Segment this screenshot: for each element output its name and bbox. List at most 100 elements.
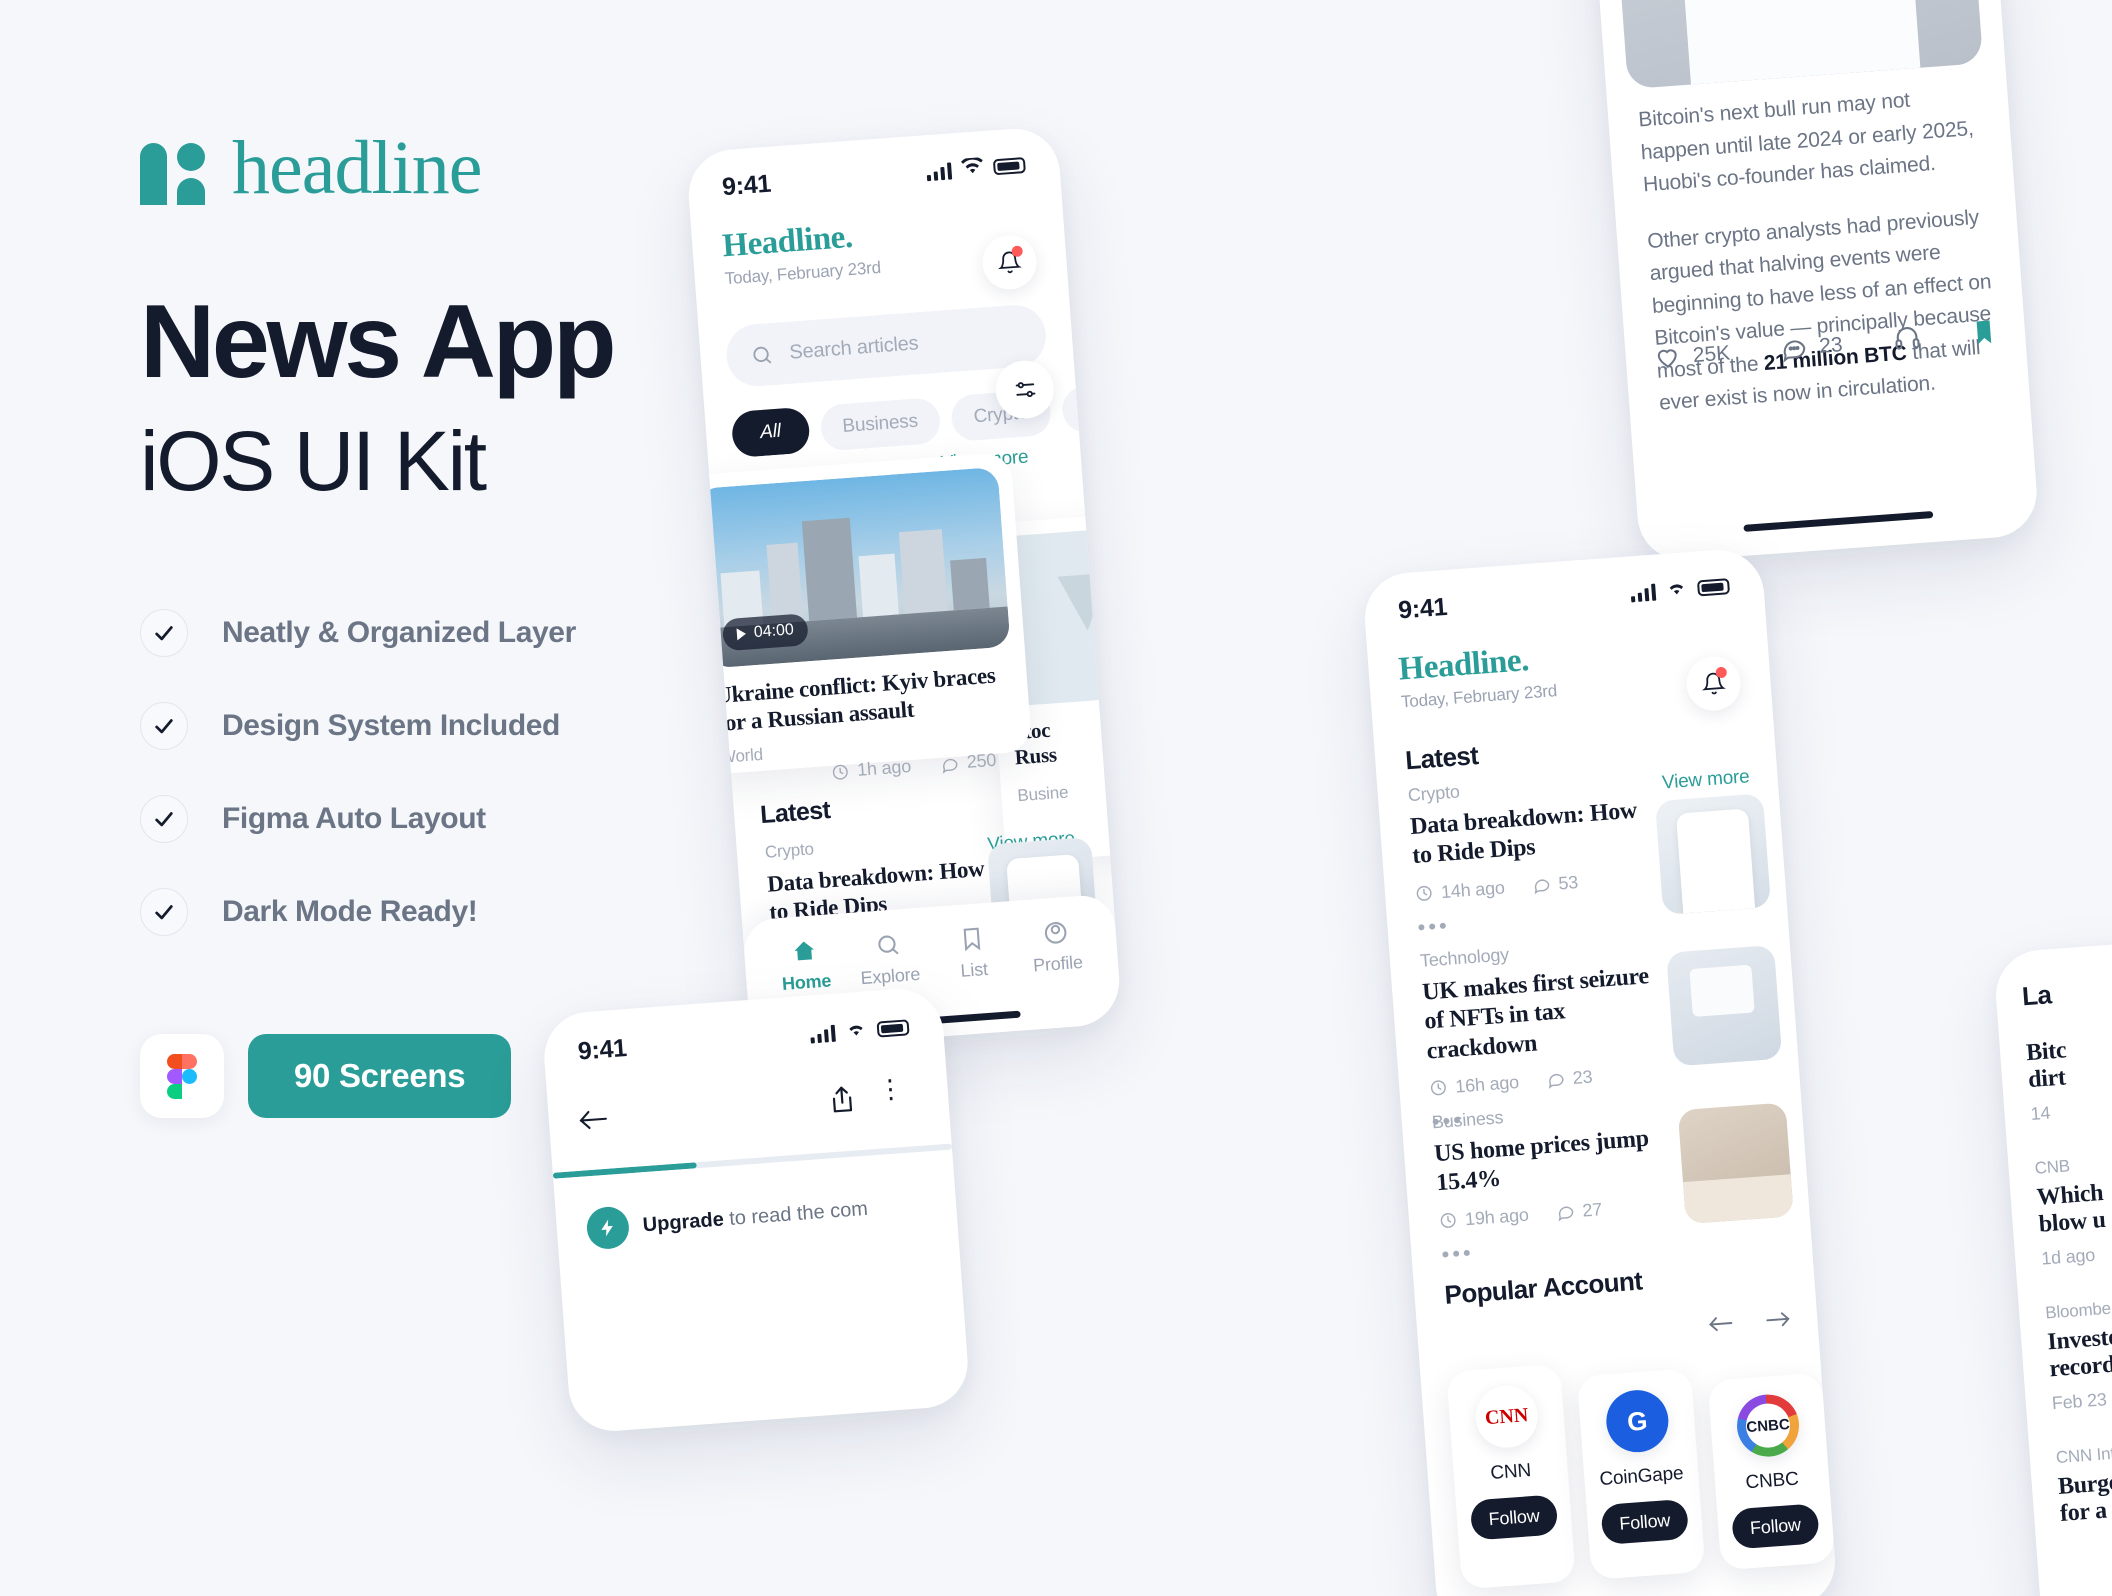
article-time: 16h ago <box>1454 1071 1520 1097</box>
account-name: CNN <box>1489 1460 1532 1485</box>
signal-icon <box>810 1024 836 1044</box>
article-comments: 23 <box>1571 1066 1594 1088</box>
battery-icon <box>876 1019 910 1038</box>
section-title-latest: La <box>2020 979 2053 1012</box>
more-button[interactable]: ⋮ <box>876 1073 904 1105</box>
share-icon <box>832 1086 853 1113</box>
heart-icon <box>1657 349 1677 368</box>
status-bar: 9:41 <box>542 998 945 1081</box>
chip-gaming[interactable]: Gaming <box>1060 379 1080 434</box>
article-hero-image <box>1603 0 1984 90</box>
more-icon[interactable]: ••• <box>1441 1223 1692 1267</box>
comment-button[interactable]: 23 <box>1779 331 1843 363</box>
trending-card-primary[interactable]: 04:00 Ukraine conflict: Kyiv braces for … <box>685 451 1033 776</box>
tab-profile[interactable]: Profile <box>1013 917 1105 1031</box>
carousel-prev-button[interactable] <box>1707 1313 1734 1335</box>
check-icon <box>140 888 188 937</box>
more-vertical-icon: ⋮ <box>876 1072 905 1105</box>
article-paragraph-2: Other crypto analysts had previously arg… <box>1646 205 1992 416</box>
check-icon <box>140 609 188 658</box>
upgrade-banner[interactable]: Upgrade to read the com <box>585 1188 869 1251</box>
search-icon <box>878 935 899 955</box>
signal-icon <box>926 161 953 181</box>
list-item[interactable]: Crypto Data breakdown: How to Ride Dips … <box>1407 767 1668 940</box>
home-indicator <box>1743 511 1934 532</box>
article-title: Data breakdown: How to Ride Dips <box>1409 797 1638 870</box>
video-duration-badge: 04:00 <box>721 613 809 652</box>
article-title: Ukraine conflict: Kyiv braces for a Russ… <box>714 662 997 737</box>
comment-icon <box>1783 340 1805 363</box>
latest-view-more[interactable]: View more <box>1661 766 1750 794</box>
notification-badge-dot <box>1011 245 1024 258</box>
brand-wordmark: headline <box>232 126 482 210</box>
follow-button[interactable]: Follow <box>1731 1503 1820 1550</box>
chip-business[interactable]: Business <box>818 396 942 452</box>
back-button[interactable] <box>576 1107 610 1138</box>
headphones-icon <box>1895 327 1920 350</box>
section-title-latest: Latest <box>1404 740 1480 776</box>
article-time: 1h ago <box>856 755 912 780</box>
listen-button[interactable] <box>1892 322 1922 357</box>
clock-icon <box>1439 1211 1458 1230</box>
article-thumbnail: 04:00 <box>696 466 1011 669</box>
cnn-logo: CNN <box>1473 1383 1540 1450</box>
article-title: US home prices jump 15.4% <box>1433 1125 1650 1197</box>
headline-mark-icon <box>140 131 206 205</box>
play-icon <box>736 627 747 641</box>
phone-article-screen: Bitcoin's next bull run may not happen u… <box>1580 0 2040 564</box>
section-title-latest: Latest <box>759 796 832 830</box>
follow-button[interactable]: Follow <box>1469 1494 1559 1541</box>
figma-logo-icon <box>140 1034 224 1119</box>
follow-button[interactable]: Follow <box>1600 1498 1690 1545</box>
feature-label: Dark Mode Ready! <box>222 895 478 929</box>
wifi-icon <box>844 1019 868 1043</box>
screens-count-badge: 90 Screens <box>248 1034 512 1119</box>
check-icon <box>140 702 188 751</box>
tab-label: Profile <box>1032 951 1084 976</box>
feature-label: Design System Included <box>222 709 560 743</box>
bolt-icon <box>585 1205 631 1251</box>
article-thumbnail <box>1677 1102 1794 1225</box>
status-time: 9:41 <box>576 1033 628 1066</box>
article-comments: 27 <box>1581 1198 1603 1221</box>
chip-all[interactable]: All <box>730 406 811 459</box>
bookmark-button[interactable] <box>1970 317 1998 352</box>
notifications-button[interactable] <box>1684 654 1743 713</box>
bookmark-icon <box>963 927 981 952</box>
article-paragraph-1: Bitcoin's next bull run may not happen u… <box>1637 88 1975 197</box>
list-item[interactable]: Business US home prices jump 15.4% 19h a… <box>1431 1094 1692 1267</box>
article-thumbnail <box>1654 793 1772 915</box>
article-source: CNN Interna <box>2055 1441 2112 1468</box>
filter-icon <box>1015 381 1035 397</box>
article-comments: 53 <box>1557 871 1579 893</box>
article-comments: 250 <box>966 749 997 772</box>
account-card[interactable]: G CoinGape Follow <box>1576 1368 1706 1580</box>
article-source: CNB <box>2033 1156 2071 1178</box>
phone-reader-screen: 9:41 ⋮ Upgrade to read the com <box>541 985 971 1435</box>
account-card[interactable]: CNN CNN Follow <box>1446 1363 1576 1590</box>
article-source: Bloombe <box>2044 1298 2112 1323</box>
phone-latest-screen: 9:41 Headline. Today, February 23rd Late… <box>1361 546 1839 1596</box>
signal-icon <box>1630 583 1657 602</box>
account-card[interactable]: CNBC CNBC Follow <box>1707 1372 1836 1571</box>
phone-home-screen: 9:41 Headline. Today, February 23rd Sear… <box>685 125 1123 1051</box>
article-thumbnail <box>1666 944 1783 1067</box>
notifications-button[interactable] <box>980 233 1039 292</box>
wifi-icon <box>1665 578 1689 602</box>
upgrade-link[interactable]: Upgrade <box>642 1208 725 1236</box>
like-button[interactable]: 25K <box>1653 339 1731 372</box>
tab-label: Home <box>781 970 832 994</box>
battery-icon <box>992 156 1026 176</box>
app-title: Headline. <box>1397 642 1530 688</box>
clock-icon <box>831 762 850 781</box>
cnbc-logo: CNBC <box>1734 1392 1802 1459</box>
comment-icon <box>1546 1070 1565 1090</box>
check-icon <box>140 795 188 844</box>
account-name: CoinGape <box>1598 1462 1685 1491</box>
comment-icon <box>1532 875 1551 895</box>
share-button[interactable] <box>827 1084 857 1121</box>
carousel-next-button[interactable] <box>1765 1309 1792 1331</box>
video-duration: 04:00 <box>753 621 795 642</box>
more-icon[interactable]: ••• <box>1417 896 1668 940</box>
reading-progress-fill <box>552 1162 697 1179</box>
